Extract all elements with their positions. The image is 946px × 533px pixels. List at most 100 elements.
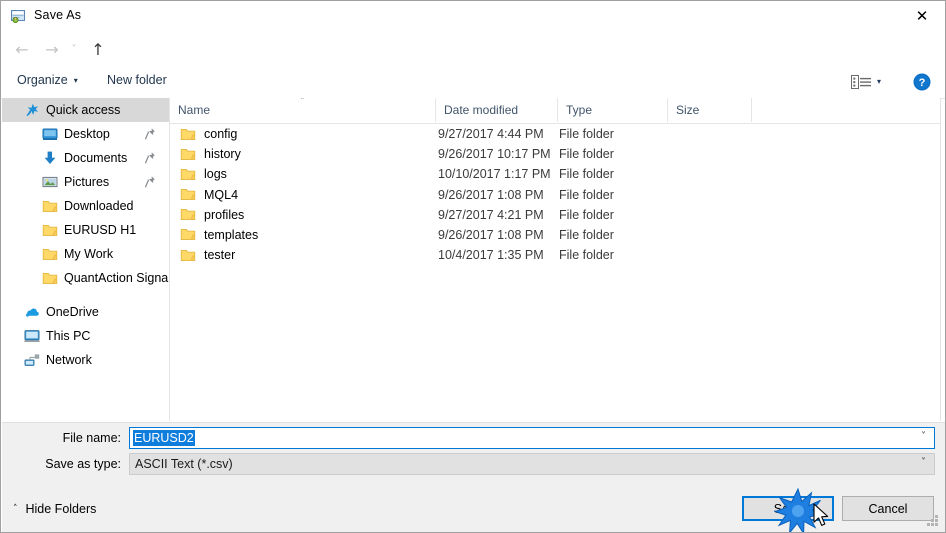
folder-icon <box>180 164 198 184</box>
table-row[interactable]: profiles 9/27/2017 4:21 PM File folder <box>170 205 940 225</box>
sidebar-item-downloaded[interactable]: Downloaded <box>2 194 169 218</box>
sidebar-item-this-pc[interactable]: This PC <box>2 324 169 348</box>
folder-icon <box>180 185 198 205</box>
pin-icon[interactable] <box>144 175 156 189</box>
forward-button[interactable]: → <box>39 36 65 62</box>
file-date-modified: 10/10/2017 1:17 PM <box>438 167 551 182</box>
column-header-date-modified[interactable]: Date modified <box>436 98 558 122</box>
save-as-icon <box>10 8 27 25</box>
file-date-modified: 9/26/2017 10:17 PM <box>438 147 551 162</box>
table-row[interactable]: templates 9/26/2017 1:08 PM File folder <box>170 225 940 245</box>
arrow-left-icon: ← <box>15 39 29 59</box>
column-header-type[interactable]: Type <box>558 98 668 122</box>
this-pc-icon <box>24 328 40 344</box>
file-name: tester <box>204 248 236 263</box>
sidebar-item-quantaction-signal[interactable]: QuantAction Signal <box>2 266 169 290</box>
title-bar: Save As ✕ <box>1 1 945 32</box>
arrow-right-icon: → <box>45 39 59 59</box>
file-type: File folder <box>559 227 614 242</box>
sidebar-item-label: EURUSD H1 <box>64 223 137 237</box>
navigation-sidebar[interactable]: Quick access Desktop Documents Pictures … <box>2 98 170 421</box>
cancel-button[interactable]: Cancel <box>842 496 934 521</box>
back-button[interactable]: ← <box>9 36 35 62</box>
folder-icon <box>180 205 198 225</box>
save-button[interactable]: Save <box>742 496 834 521</box>
sidebar-item-onedrive[interactable]: OneDrive <box>2 300 169 324</box>
window-title: Save As <box>34 8 82 22</box>
svg-text:?: ? <box>919 77 926 89</box>
documents-download-icon <box>42 150 58 166</box>
file-type: File folder <box>559 207 614 222</box>
file-type: File folder <box>559 147 614 162</box>
up-button[interactable]: ↑ <box>85 36 111 62</box>
sidebar-item-quick-access[interactable]: Quick access <box>2 98 169 122</box>
save-as-type-select[interactable]: ASCII Text (*.csv) ˅ <box>129 453 935 475</box>
file-date-modified: 10/4/2017 1:35 PM <box>438 248 544 263</box>
folder-icon <box>42 270 58 286</box>
sidebar-item-desktop[interactable]: Desktop <box>2 122 169 146</box>
sidebar-item-label: Downloaded <box>64 199 134 213</box>
file-name-input[interactable]: EURUSD2 ˅ <box>129 427 935 449</box>
table-row[interactable]: history 9/26/2017 10:17 PM File folder <box>170 144 940 164</box>
sort-ascending-icon: ˄ <box>300 98 305 107</box>
column-header-label: Date modified <box>444 103 519 117</box>
folder-icon <box>180 225 198 245</box>
chevron-down-icon[interactable]: ˅ <box>921 457 926 468</box>
folder-icon <box>180 144 198 164</box>
file-type: File folder <box>559 127 614 141</box>
table-row[interactable]: config 9/27/2017 4:44 PM File folder <box>170 124 940 144</box>
file-name-label: File name: <box>62 431 121 445</box>
sidebar-item-my-work[interactable]: My Work <box>2 242 169 266</box>
organize-button[interactable]: Organize ▾ <box>17 73 78 87</box>
chevron-down-icon: ˅ <box>71 43 77 55</box>
sidebar-item-label: Desktop <box>64 127 110 141</box>
help-button[interactable]: ? <box>913 73 931 91</box>
file-name-value: EURUSD2 <box>133 430 195 446</box>
file-type: File folder <box>559 248 614 263</box>
close-icon: ✕ <box>915 7 929 25</box>
file-date-modified: 9/27/2017 4:21 PM <box>438 207 544 222</box>
sidebar-item-pictures[interactable]: Pictures <box>2 170 169 194</box>
chevron-down-icon[interactable]: ˅ <box>921 431 926 442</box>
recent-locations-button[interactable]: ˅ <box>65 36 83 62</box>
file-name: profiles <box>204 207 245 222</box>
file-name: config <box>204 127 238 141</box>
table-row[interactable]: MQL4 9/26/2017 1:08 PM File folder <box>170 185 940 205</box>
sidebar-item-network[interactable]: Network <box>2 348 169 372</box>
chevron-down-icon[interactable]: ▾ <box>877 77 881 86</box>
table-row[interactable]: tester 10/4/2017 1:35 PM File folder <box>170 245 940 265</box>
new-folder-button[interactable]: New folder <box>107 73 167 87</box>
sidebar-item-documents[interactable]: Documents <box>2 146 169 170</box>
save-as-dialog: Save As ✕ ← → ˅ ↑ « Roaming <box>0 0 946 533</box>
sidebar-item-label: QuantAction Signal <box>64 271 170 285</box>
file-list-pane[interactable]: Name ˄ Date modified Type Size config 9/… <box>170 98 941 421</box>
hide-folders-label: Hide Folders <box>25 502 97 516</box>
close-button[interactable]: ✕ <box>899 1 945 32</box>
folder-icon <box>42 222 58 238</box>
arrow-up-icon: ↑ <box>91 39 105 59</box>
table-row[interactable]: logs 10/10/2017 1:17 PM File folder <box>170 164 940 184</box>
folder-icon <box>42 246 58 262</box>
file-name: logs <box>204 167 227 182</box>
list-view-icon[interactable] <box>851 74 873 90</box>
chevron-up-icon: ˄ <box>13 504 18 514</box>
pin-icon[interactable] <box>144 151 156 165</box>
folder-icon <box>180 124 198 144</box>
pin-icon[interactable] <box>144 127 156 141</box>
hide-folders-button[interactable]: ˄ Hide Folders <box>13 502 96 516</box>
file-rows: config 9/27/2017 4:44 PM File folder his… <box>170 124 940 265</box>
column-header-name[interactable]: Name ˄ <box>170 98 436 122</box>
file-name: MQL4 <box>204 187 239 202</box>
save-as-type-label: Save as type: <box>45 457 121 471</box>
onedrive-icon <box>24 304 40 320</box>
sidebar-item-label: Network <box>46 353 92 367</box>
column-header-label: Type <box>566 103 593 117</box>
save-button-label: Save <box>773 501 803 516</box>
file-date-modified: 9/26/2017 1:08 PM <box>438 187 544 202</box>
sidebar-item-eurusd-h1[interactable]: EURUSD H1 <box>2 218 169 242</box>
column-header-size[interactable]: Size <box>668 98 752 122</box>
navigation-bar: ← → ˅ ↑ « Roaming › MetaQuotes › <box>1 32 945 92</box>
chevron-down-icon: ▾ <box>73 76 78 85</box>
file-date-modified: 9/27/2017 4:44 PM <box>438 127 544 141</box>
file-name: templates <box>204 227 259 242</box>
